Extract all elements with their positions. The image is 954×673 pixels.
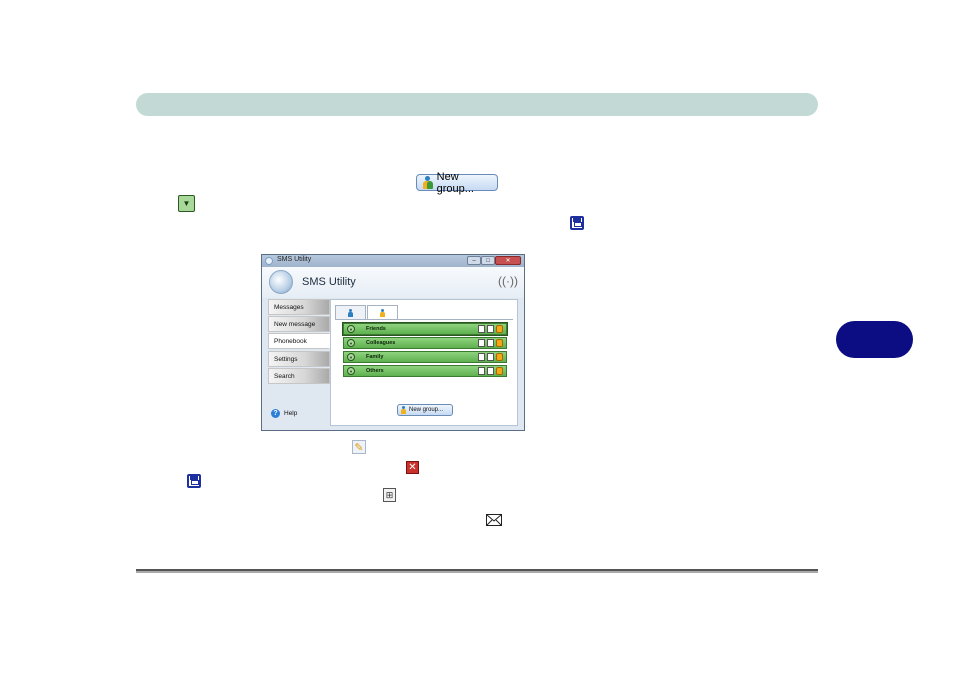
sidebar-item-new-message[interactable]: New message — [268, 316, 330, 332]
contact-icon — [348, 308, 353, 317]
group-actions — [478, 339, 503, 347]
save-icon — [570, 216, 584, 230]
group-row-colleagues[interactable]: ▼ Colleagues — [343, 337, 507, 349]
expand-icon: ▼ — [178, 195, 195, 212]
sms-utility-window: SMS Utility – □ ✕ SMS Utility ((·)) Mess… — [261, 254, 525, 431]
help-label: Help — [284, 410, 298, 417]
help-icon: ? — [271, 409, 280, 418]
tab-contacts[interactable] — [335, 305, 366, 319]
sidebar-item-messages[interactable]: Messages — [268, 299, 330, 315]
group-actions — [478, 367, 503, 375]
delete-icon[interactable] — [487, 367, 494, 375]
tab-divider — [335, 319, 513, 320]
message-icon[interactable] — [478, 367, 485, 375]
expand-icon[interactable]: ▼ — [347, 339, 355, 347]
expand-icon[interactable]: ▼ — [347, 367, 355, 375]
save-icon — [187, 474, 201, 488]
message-icon — [486, 514, 502, 526]
group-person-icon — [401, 406, 406, 414]
footer-rule — [136, 569, 818, 573]
delete-icon[interactable] — [487, 353, 494, 361]
group-row-family[interactable]: ▼ Family — [343, 351, 507, 363]
edit-icon[interactable] — [496, 353, 503, 361]
message-icon[interactable] — [478, 353, 485, 361]
delete-icon: ⊞ — [383, 488, 396, 502]
delete-icon[interactable] — [487, 325, 494, 333]
edit-icon[interactable] — [496, 367, 503, 375]
sms-logo-icon — [269, 270, 293, 294]
group-label: Family — [366, 354, 384, 360]
group-actions — [478, 325, 503, 333]
sidebar-item-settings[interactable]: Settings — [268, 351, 330, 367]
maximize-button[interactable]: □ — [481, 256, 495, 265]
group-row-others[interactable]: ▼ Others — [343, 365, 507, 377]
chapter-tab — [836, 321, 913, 358]
app-title: SMS Utility — [302, 276, 356, 288]
sidebar-item-search[interactable]: Search — [268, 368, 330, 384]
new-group-button-icon: New group... — [416, 171, 498, 195]
new-group-button-label: New group... — [436, 170, 474, 195]
close-button[interactable]: ✕ — [495, 256, 521, 265]
edit-icon[interactable] — [496, 325, 503, 333]
message-icon[interactable] — [478, 339, 485, 347]
sidebar-item-phonebook[interactable]: Phonebook — [268, 333, 330, 349]
new-group-button-label: New group... — [409, 407, 444, 413]
expand-icon[interactable]: ▼ — [347, 353, 355, 361]
page-header-bar — [136, 93, 818, 116]
minimize-button[interactable]: – — [467, 256, 481, 265]
message-icon[interactable] — [478, 325, 485, 333]
cancel-icon: ✕ — [406, 461, 419, 474]
window-title: SMS Utility — [277, 256, 312, 263]
window-titlebar: SMS Utility – □ ✕ — [262, 255, 524, 267]
app-icon — [265, 257, 273, 265]
tab-groups[interactable] — [367, 305, 398, 320]
phonebook-panel: ▼ Friends ▼ Colleagues ▼ Family ▼ Others… — [330, 299, 518, 426]
edit-icon: ✎ — [352, 440, 366, 454]
group-label: Colleagues — [366, 340, 396, 346]
group-label: Others — [366, 368, 384, 374]
group-actions — [478, 353, 503, 361]
app-header: SMS Utility ((·)) — [262, 267, 524, 298]
group-person-icon — [422, 175, 433, 190]
group-icon — [380, 309, 385, 317]
signal-icon: ((·)) — [498, 274, 518, 288]
new-group-button[interactable]: New group... — [397, 404, 453, 416]
group-label: Friends — [366, 326, 386, 332]
edit-icon[interactable] — [496, 339, 503, 347]
delete-icon[interactable] — [487, 339, 494, 347]
expand-icon[interactable]: ▼ — [347, 325, 355, 333]
group-row-friends[interactable]: ▼ Friends — [342, 322, 508, 336]
help-link[interactable]: ? Help — [271, 409, 297, 418]
